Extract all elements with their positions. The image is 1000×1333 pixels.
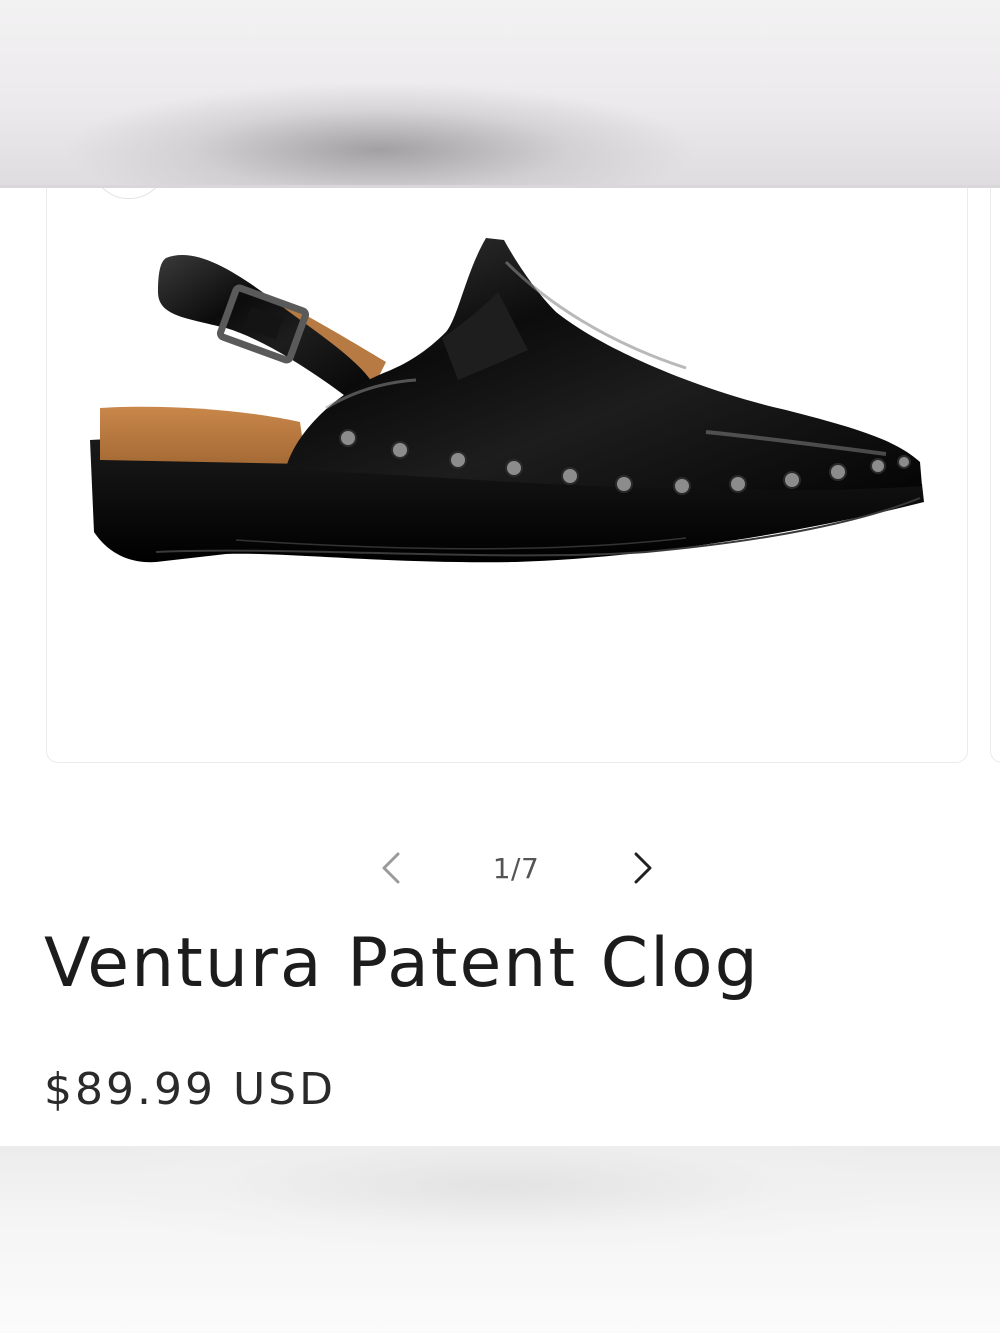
blurred-header-edge [0, 185, 1000, 188]
blurred-footer-overlay [0, 1146, 1000, 1333]
next-slide-button[interactable] [622, 848, 662, 888]
blurred-header [0, 0, 1000, 187]
chevron-left-icon [382, 852, 400, 884]
product-price: $89.99 USD [44, 1064, 336, 1115]
product-image[interactable] [86, 232, 926, 592]
chevron-right-icon [634, 852, 652, 884]
product-title: Ventura Patent Clog [44, 924, 760, 1003]
previous-slide-button[interactable] [372, 848, 412, 888]
next-media-card-peek[interactable] [990, 150, 1000, 763]
slide-counter: 1/7 [492, 852, 540, 885]
slider-controls: 1/7 [360, 840, 670, 896]
